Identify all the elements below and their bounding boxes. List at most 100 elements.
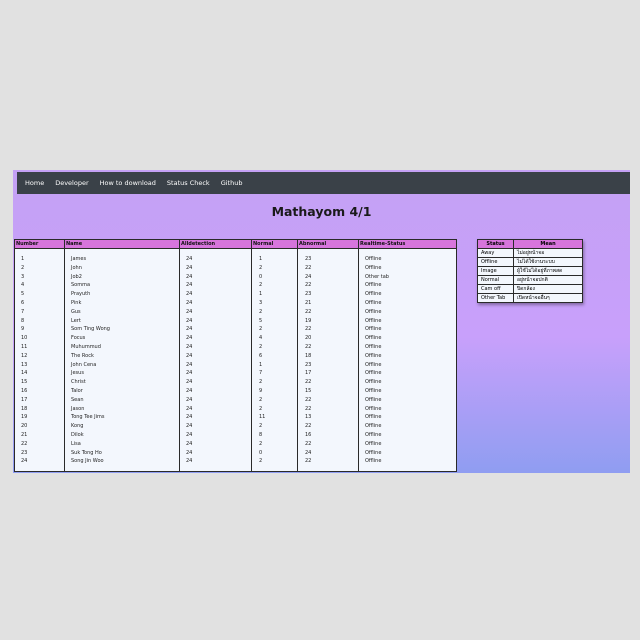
row-abnormal: 20 [305, 335, 312, 342]
legend-header-mean: Mean [540, 241, 556, 247]
row-name: Lisa [71, 440, 81, 447]
row-number: 5 [21, 291, 25, 298]
row-name: Som Ting Wong [71, 326, 110, 333]
row-normal: 2 [259, 282, 263, 289]
table-row: 8 Lert 24 5 19 Offline [15, 317, 456, 326]
table-row: 15 Christ 24 2 22 Offline [15, 378, 456, 387]
legend-mean: ผู้ใช้ไม่ได้อยู่ที่ภาพสด [517, 268, 563, 274]
table-row: 19 Tong Tee Jims 24 11 13 Offline [15, 413, 456, 422]
row-normal: 2 [259, 396, 263, 403]
row-abnormal: 22 [305, 308, 312, 315]
row-realtime-status: Offline [365, 326, 382, 333]
legend-row: Normal อยู่หน้าจอปกติ [478, 276, 582, 285]
row-name: The Rock [71, 352, 94, 359]
row-abnormal: 22 [305, 379, 312, 386]
row-abnormal: 23 [305, 361, 312, 368]
nav-developer-link[interactable]: Developer [55, 179, 88, 187]
row-normal: 8 [259, 431, 263, 438]
row-number: 24 [21, 458, 28, 465]
row-abnormal: 22 [305, 282, 312, 289]
table-body: 1 James 24 1 23 Offline 2 John 24 2 22 Offline 3 Job2… [15, 255, 456, 466]
row-alldetection: 24 [186, 431, 193, 438]
row-number: 1 [21, 256, 25, 262]
row-abnormal: 24 [305, 449, 312, 456]
row-abnormal: 16 [305, 431, 312, 438]
row-abnormal: 22 [305, 343, 312, 350]
row-normal: 2 [259, 458, 263, 465]
row-alldetection: 24 [186, 299, 193, 306]
row-realtime-status: Offline [365, 414, 382, 421]
row-name: Dilok [71, 431, 84, 438]
table-row: 14 Jesus 24 7 17 Offline [15, 369, 456, 378]
row-alldetection: 24 [186, 256, 193, 262]
row-abnormal: 13 [305, 414, 312, 421]
row-normal: 2 [259, 440, 263, 447]
row-realtime-status: Offline [365, 370, 382, 377]
row-name: Kong [71, 423, 84, 430]
nav-how-to-download-link[interactable]: How to download [100, 179, 156, 187]
table-row: 21 Dilok 24 8 16 Offline [15, 431, 456, 440]
nav-home-link[interactable]: Home [25, 179, 44, 187]
row-name: Job2 [71, 273, 82, 280]
row-abnormal: 22 [305, 458, 312, 465]
row-realtime-status: Offline [365, 343, 382, 350]
row-name: Jason [71, 405, 85, 412]
row-number: 15 [21, 379, 28, 386]
table-row: 18 Jason 24 2 22 Offline [15, 405, 456, 414]
nav-status-check-link[interactable]: Status Check [167, 179, 210, 187]
page-title: Mathayom 4/1 [271, 204, 372, 219]
status-legend-table: Status Mean Away ไม่อยู่หน้าจอ Offline ไม่ไ… [477, 239, 583, 303]
row-alldetection: 24 [186, 370, 193, 377]
table-row: 12 The Rock 24 6 18 Offline [15, 352, 456, 361]
row-normal: 2 [259, 405, 263, 412]
table-row: 22 Lisa 24 2 22 Offline [15, 440, 456, 449]
row-normal: 11 [259, 414, 266, 421]
table-row: 24 Song Jin Woo 24 2 22 Offline [15, 457, 456, 466]
row-alldetection: 24 [186, 282, 193, 289]
row-normal: 0 [259, 273, 263, 280]
row-realtime-status: Offline [365, 387, 382, 394]
row-number: 18 [21, 405, 28, 412]
row-number: 9 [21, 326, 25, 333]
row-number: 13 [21, 361, 28, 368]
table-row: 11 Muhummud 24 2 22 Offline [15, 343, 456, 352]
legend-status: Away [478, 249, 514, 257]
table-row: 23 Suk Tong Ho 24 0 24 Offline [15, 449, 456, 458]
row-realtime-status: Offline [365, 291, 382, 298]
header-normal: Normal [253, 241, 274, 247]
legend-body: Away ไม่อยู่หน้าจอ Offline ไม่ได้ใช้งานระบบ… [478, 249, 582, 302]
row-name: Muhummud [71, 343, 101, 350]
row-alldetection: 24 [186, 326, 193, 333]
legend-row: Cam off ปิดกล้อง [478, 285, 582, 294]
legend-status: Offline [478, 258, 514, 266]
row-normal: 1 [259, 361, 263, 368]
table-row: 7 Gus 24 2 22 Offline [15, 308, 456, 317]
row-realtime-status: Offline [365, 379, 382, 386]
student-status-table: Number Name Alldetection Normal Abnormal… [14, 239, 457, 472]
header-alldetection: Alldetection [181, 241, 216, 247]
table-row: 20 Kong 24 2 22 Offline [15, 422, 456, 431]
top-navbar: Home Developer How to download Status Ch… [17, 172, 630, 194]
row-normal: 9 [259, 387, 263, 394]
header-number: Number [16, 241, 39, 247]
row-normal: 1 [259, 291, 263, 298]
row-abnormal: 22 [305, 405, 312, 412]
row-realtime-status: Offline [365, 396, 382, 403]
row-realtime-status: Offline [365, 264, 382, 271]
table-row: 5 Prayuth 24 1 23 Offline [15, 290, 456, 299]
legend-header-row: Status Mean [478, 240, 582, 249]
row-alldetection: 24 [186, 405, 193, 412]
legend-mean: เปิดหน้าจออื่นๆ [517, 295, 550, 301]
table-row: 2 John 24 2 22 Offline [15, 264, 456, 273]
row-name: Suk Tong Ho [71, 449, 102, 456]
row-abnormal: 23 [305, 291, 312, 298]
table-row: 13 John Cena 24 1 23 Offline [15, 361, 456, 370]
row-number: 23 [21, 449, 28, 456]
row-alldetection: 24 [186, 335, 193, 342]
row-alldetection: 24 [186, 308, 193, 315]
nav-github-link[interactable]: Github [221, 179, 243, 187]
header-realtime-status: Realtime-Status [360, 241, 406, 247]
row-normal: 5 [259, 317, 263, 324]
row-number: 21 [21, 431, 28, 438]
table-row: 3 Job2 24 0 24 Other tab [15, 273, 456, 282]
